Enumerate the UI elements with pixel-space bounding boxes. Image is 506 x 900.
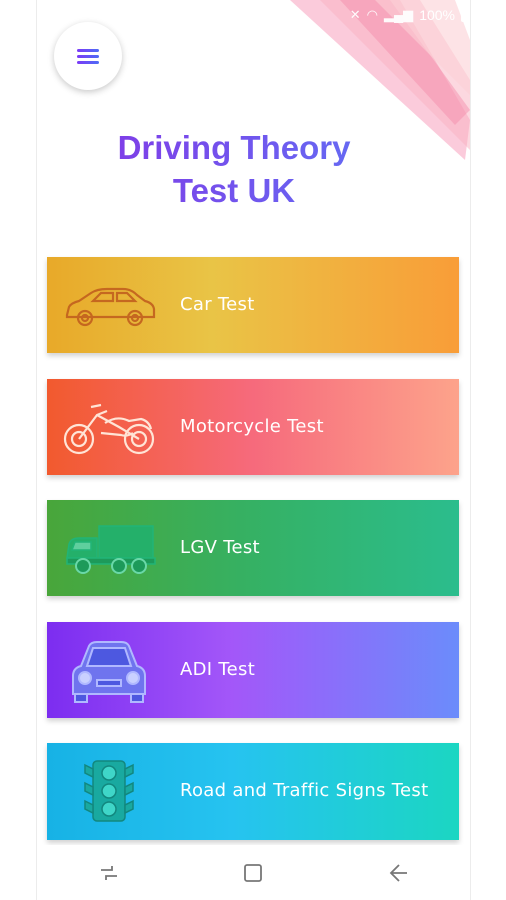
system-navigation-bar xyxy=(37,845,470,900)
motorcycle-test-button[interactable]: Motorcycle Test xyxy=(47,379,459,475)
adi-test-label: ADI Test xyxy=(180,659,256,680)
traffic-light-icon xyxy=(84,760,134,822)
page-title-line-1: Driving Theory xyxy=(0,126,468,169)
page-title: Driving Theory Test UK xyxy=(0,126,468,212)
car-test-label: Car Test xyxy=(180,294,255,315)
road-traffic-signs-test-label: Road and Traffic Signs Test xyxy=(180,780,429,801)
home-button[interactable] xyxy=(233,853,273,893)
lgv-test-button[interactable]: LGV Test xyxy=(47,500,459,596)
status-bar: ✕ ◠ ▂▄▆ 100% xyxy=(350,5,470,25)
recent-apps-icon xyxy=(101,865,118,880)
adi-test-button[interactable]: ADI Test xyxy=(47,622,459,718)
mute-icon: ✕ xyxy=(349,7,361,22)
lgv-test-label: LGV Test xyxy=(180,537,260,558)
car-icon xyxy=(65,287,156,327)
hamburger-menu-icon xyxy=(77,49,99,64)
recent-apps-button[interactable] xyxy=(89,853,129,893)
motorcycle-icon xyxy=(63,403,155,455)
wifi-icon: ◠ xyxy=(366,7,378,22)
motorcycle-test-label: Motorcycle Test xyxy=(180,416,324,437)
car-test-button[interactable]: Car Test xyxy=(47,257,459,353)
battery-text: 100% xyxy=(419,7,455,23)
signal-icon: ▂▄▆ xyxy=(383,7,414,22)
page-title-line-2: Test UK xyxy=(0,169,468,212)
car-front-icon xyxy=(72,641,146,703)
back-icon xyxy=(389,863,407,882)
menu-button[interactable] xyxy=(54,22,122,90)
battery-icon xyxy=(461,8,470,22)
road-traffic-signs-test-button[interactable]: Road and Traffic Signs Test xyxy=(47,743,459,840)
truck-icon xyxy=(66,525,156,574)
back-button[interactable] xyxy=(378,853,418,893)
home-icon xyxy=(244,863,263,882)
